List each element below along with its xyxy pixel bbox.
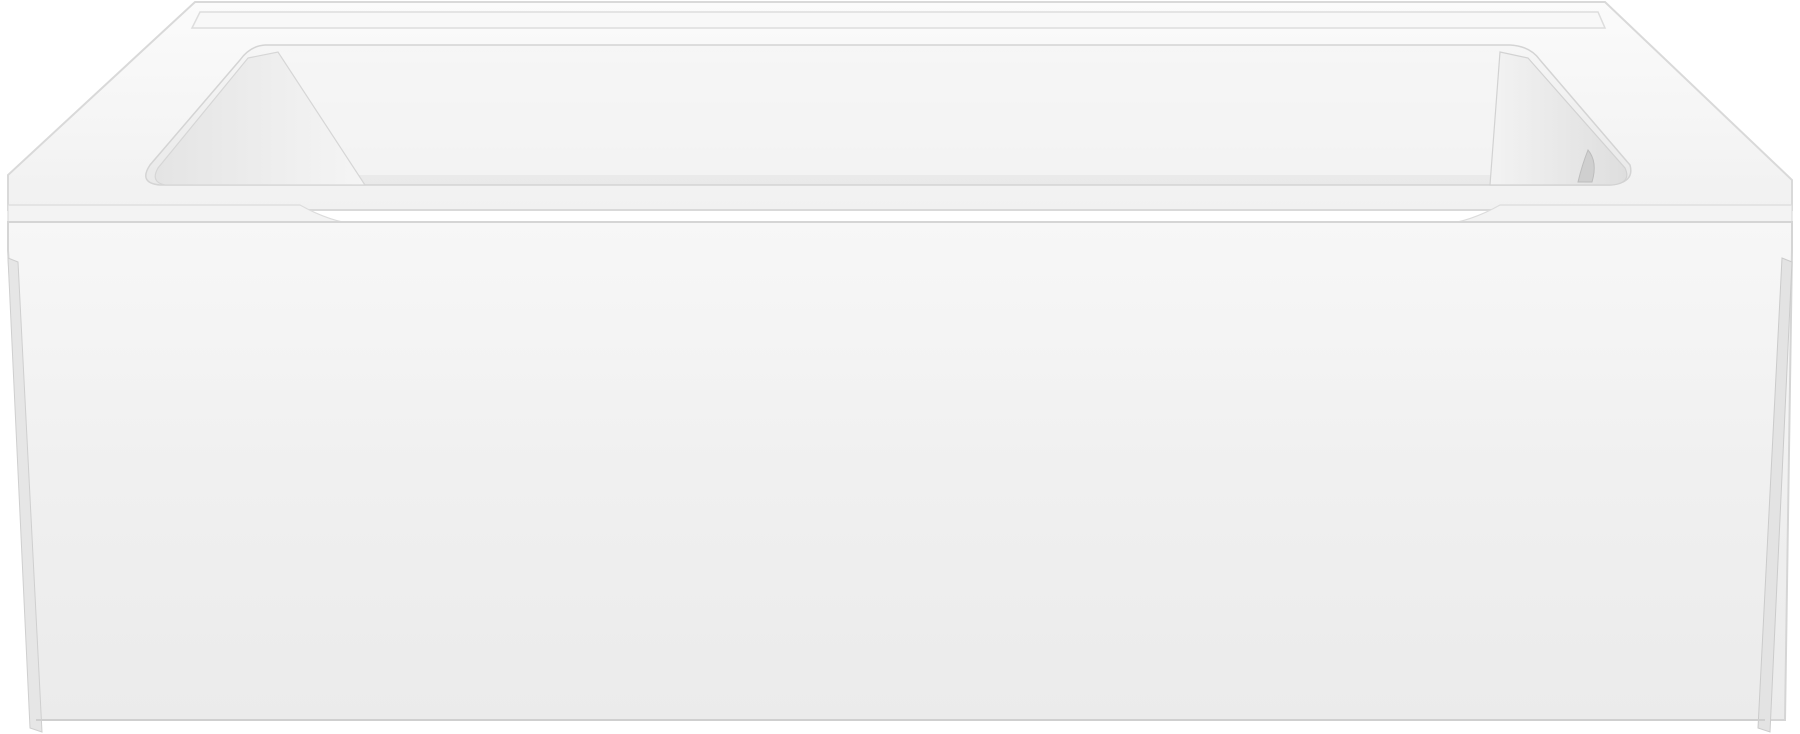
bathtub-drawing — [7, 0, 1793, 733]
tub-back-lip — [190, 11, 1607, 29]
bathtub-image — [0, 0, 1800, 734]
tub-apron — [7, 221, 1793, 721]
tub-basin-back-wall — [275, 52, 1500, 175]
